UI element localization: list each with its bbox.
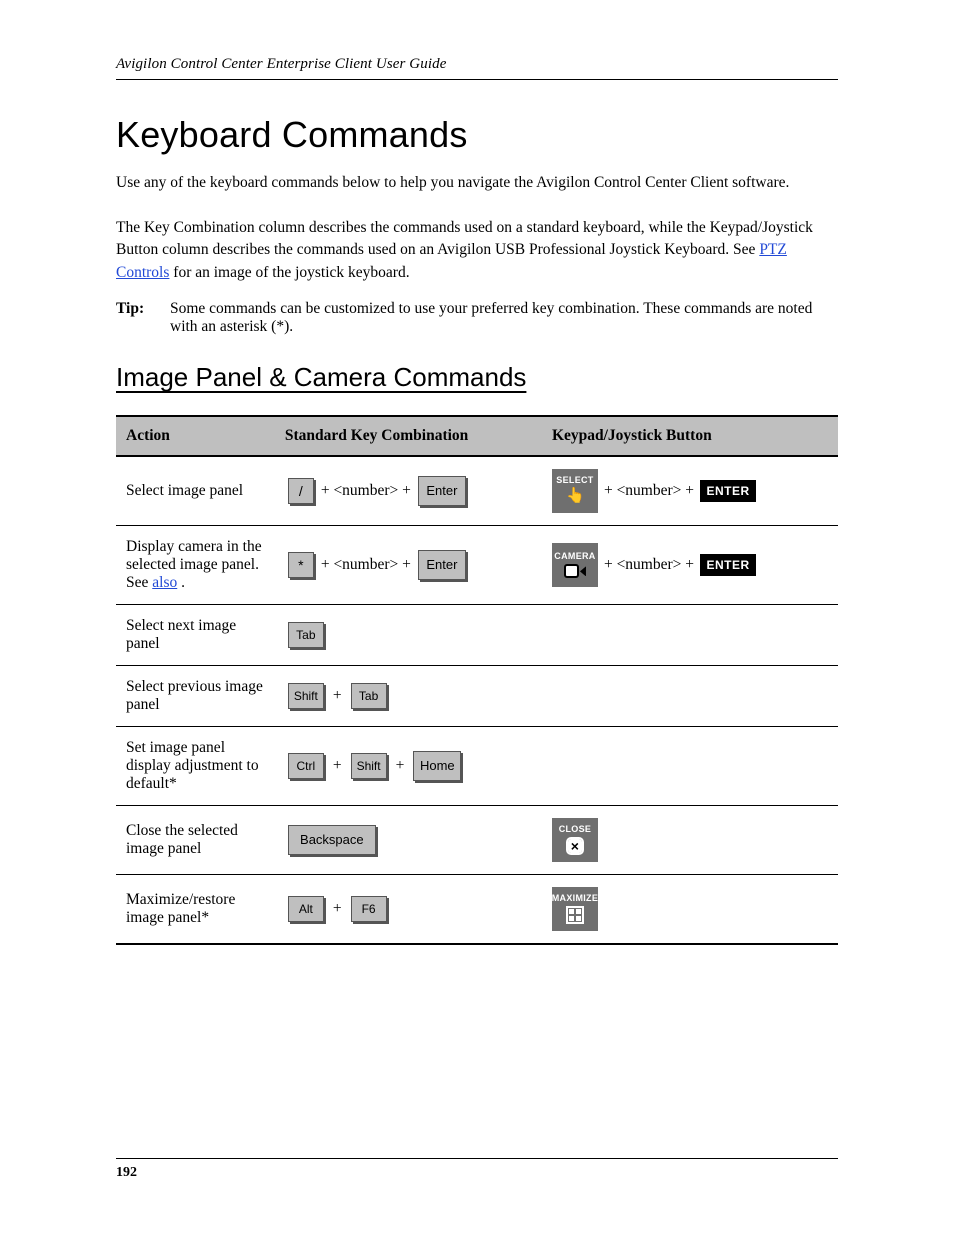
table-header-row: Action Standard Key Combination Keypad/J… — [116, 416, 838, 456]
cell-joystick: CLOSE — [542, 806, 838, 875]
key-slash: / — [288, 478, 314, 504]
cell-standard: Alt + F6 — [275, 875, 542, 945]
tip-label: Tip: — [116, 300, 152, 336]
joystick-close-button: CLOSE — [552, 818, 598, 862]
table-row: Set image panel display adjustment to de… — [116, 727, 838, 806]
cell-action: Close the selected image panel — [116, 806, 275, 875]
cell-joystick: CAMERA + <number> + ENTER — [542, 526, 838, 605]
cell-standard: * + <number> + Enter — [275, 526, 542, 605]
cell-joystick: SELECT + <number> + ENTER — [542, 456, 838, 526]
page-footer: 192 — [116, 1158, 838, 1181]
key-enter: Enter — [418, 550, 466, 580]
cell-standard: Tab — [275, 605, 542, 666]
key-shift: Shift — [351, 753, 387, 779]
table-row: Display camera in the selected image pan… — [116, 526, 838, 605]
cell-joystick — [542, 605, 838, 666]
cell-action: Select image panel — [116, 456, 275, 526]
table-row: Maximize/restore image panel* Alt + F6 M… — [116, 875, 838, 945]
cell-action: Select next image panel — [116, 605, 275, 666]
cell-joystick — [542, 666, 838, 727]
intro-before: Use any of the keyboard commands below t… — [116, 174, 813, 258]
cell-joystick — [542, 727, 838, 806]
page-title: Keyboard Commands — [116, 114, 838, 156]
running-header: Avigilon Control Center Enterprise Clien… — [116, 56, 838, 80]
camera-icon — [564, 564, 586, 578]
table-row: Select previous image panel Shift + Tab — [116, 666, 838, 727]
table-row: Close the selected image panel Backspace… — [116, 806, 838, 875]
jbtn-label: SELECT — [556, 476, 593, 485]
key-shift: Shift — [288, 683, 324, 709]
key-enter: Enter — [418, 476, 466, 506]
text: + — [396, 757, 405, 775]
text: + — [333, 757, 342, 775]
th-joystick: Keypad/Joystick Button — [542, 416, 838, 456]
joystick-camera-button: CAMERA — [552, 543, 598, 587]
jbtn-label: CLOSE — [559, 825, 592, 834]
intro-paragraph: Use any of the keyboard commands below t… — [116, 172, 838, 284]
cell-standard: Ctrl + Shift + Home — [275, 727, 542, 806]
cell-action: Maximize/restore image panel* — [116, 875, 275, 945]
joystick-enter-button: ENTER — [700, 480, 756, 502]
text: + <number> + — [604, 556, 694, 574]
text: Display camera in the selected image pan… — [126, 538, 262, 591]
cell-standard: Shift + Tab — [275, 666, 542, 727]
key-asterisk: * — [288, 552, 314, 578]
close-icon — [566, 837, 584, 855]
text: + — [333, 687, 342, 705]
text: + <number> + — [321, 556, 411, 574]
text: . — [181, 574, 185, 591]
maximize-icon — [566, 906, 584, 924]
key-tab: Tab — [288, 622, 324, 648]
th-action: Action — [116, 416, 275, 456]
cell-action: Display camera in the selected image pan… — [116, 526, 275, 605]
key-tab: Tab — [351, 683, 387, 709]
cell-joystick: MAXIMIZE — [542, 875, 838, 945]
key-alt: Alt — [288, 896, 324, 922]
commands-table: Action Standard Key Combination Keypad/J… — [116, 415, 838, 945]
cell-standard: / + <number> + Enter — [275, 456, 542, 526]
intro-after: for an image of the joystick keyboard. — [173, 264, 409, 281]
joystick-maximize-button: MAXIMIZE — [552, 887, 598, 931]
cell-standard: Backspace — [275, 806, 542, 875]
key-home: Home — [413, 751, 461, 781]
jbtn-label: CAMERA — [554, 552, 595, 561]
key-backspace: Backspace — [288, 825, 376, 855]
cell-action: Select previous image panel — [116, 666, 275, 727]
cell-action: Set image panel display adjustment to de… — [116, 727, 275, 806]
key-f6: F6 — [351, 896, 387, 922]
tap-icon — [566, 488, 584, 506]
th-standard: Standard Key Combination — [275, 416, 542, 456]
text: + — [333, 900, 342, 918]
table-row: Select next image panel Tab — [116, 605, 838, 666]
text: + <number> + — [604, 482, 694, 500]
joystick-select-button: SELECT — [552, 469, 598, 513]
key-ctrl: Ctrl — [288, 753, 324, 779]
see-also-link[interactable]: also — [152, 574, 177, 591]
tip-text: Some commands can be customized to use y… — [170, 300, 838, 336]
tip-row: Tip: Some commands can be customized to … — [116, 300, 838, 336]
joystick-enter-button: ENTER — [700, 554, 756, 576]
jbtn-label: MAXIMIZE — [552, 894, 598, 903]
table-row: Select image panel / + <number> + Enter … — [116, 456, 838, 526]
text: + <number> + — [321, 482, 411, 500]
page-number: 192 — [116, 1165, 137, 1180]
section-heading: Image Panel & Camera Commands — [116, 362, 838, 393]
